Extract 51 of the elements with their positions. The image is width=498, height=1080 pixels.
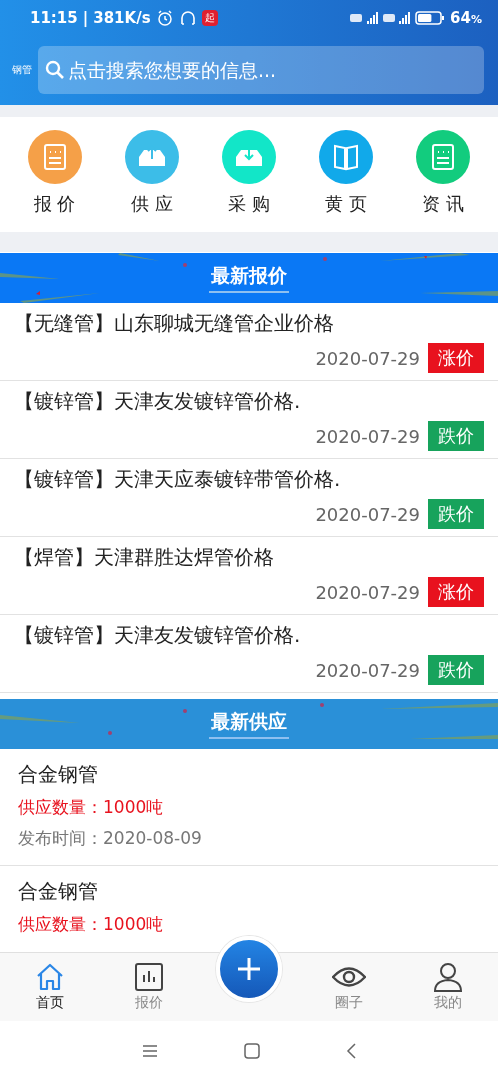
- home-square-icon[interactable]: [244, 1042, 260, 1059]
- status-time: 11:15: [30, 8, 78, 27]
- supply-quantity: 供应数量：1000吨: [18, 913, 165, 936]
- upload-circle-icon[interactable]: [124, 130, 179, 184]
- shortcut-label[interactable]: 采 购: [228, 192, 270, 216]
- network-speed: 381K/s: [93, 8, 151, 27]
- add-button[interactable]: [216, 936, 282, 1002]
- battery-icon: [415, 10, 446, 25]
- quote-date: 2020-07-29: [315, 503, 420, 525]
- quote-date: 2020-07-29: [315, 347, 420, 369]
- quote-date: 2020-07-29: [315, 425, 420, 447]
- quote-title[interactable]: 【无缝管】山东聊城无缝管企业价格: [14, 310, 484, 337]
- shortcut-label[interactable]: 资 讯: [422, 192, 465, 216]
- section-title: 最新报价: [209, 263, 289, 293]
- tab-label[interactable]: 首页: [35, 994, 64, 1012]
- supply-name[interactable]: 合金钢管: [18, 761, 480, 788]
- tab-label[interactable]: 报价: [135, 994, 164, 1012]
- search-icon: [45, 60, 65, 80]
- menu-icon[interactable]: [142, 1043, 158, 1058]
- shortcut-label[interactable]: 黄 页: [325, 192, 367, 216]
- publish-date: 发布时间：2020-08-09: [18, 827, 203, 850]
- doc-circle-icon[interactable]: [27, 130, 82, 184]
- quote-date: 2020-07-29: [315, 659, 420, 681]
- quote-title[interactable]: 【镀锌管】天津天应泰镀锌带管价格.: [14, 466, 484, 493]
- logo-text: 钢管: [12, 63, 32, 77]
- headphones-icon: [178, 8, 197, 27]
- quote-date: 2020-07-29: [315, 581, 420, 603]
- quote-title[interactable]: 【镀锌管】天津友发镀锌管价格.: [14, 622, 484, 649]
- back-icon[interactable]: [346, 1042, 356, 1059]
- tab-label[interactable]: 我的: [434, 994, 463, 1012]
- signal-icon: [350, 10, 411, 25]
- doc-circle-icon[interactable]: [416, 130, 471, 184]
- shortcut-label[interactable]: 报 价: [33, 192, 76, 216]
- shortcut-label[interactable]: 供 应: [130, 192, 173, 216]
- battery-percent: 64%: [450, 8, 482, 27]
- section-title: 最新供应: [209, 709, 289, 739]
- price-tag: 涨价: [428, 343, 484, 373]
- quote-title[interactable]: 【镀锌管】天津友发镀锌管价格.: [14, 388, 484, 415]
- tab-label[interactable]: 圈子: [334, 994, 363, 1012]
- book-circle-icon[interactable]: [319, 130, 374, 184]
- price-tag: 跌价: [428, 655, 484, 685]
- supply-quantity: 供应数量：1000吨: [18, 796, 165, 819]
- plus-icon: [236, 956, 262, 982]
- app-notification-icon: 起: [201, 9, 218, 26]
- status-separator: |: [82, 8, 89, 27]
- supply-name[interactable]: 合金钢管: [18, 878, 480, 905]
- price-tag: 跌价: [428, 421, 484, 451]
- quote-title[interactable]: 【焊管】天津群胜达焊管价格: [14, 544, 484, 571]
- alarm-icon: [155, 8, 174, 27]
- price-tag: 涨价: [428, 577, 484, 607]
- price-tag: 跌价: [428, 499, 484, 529]
